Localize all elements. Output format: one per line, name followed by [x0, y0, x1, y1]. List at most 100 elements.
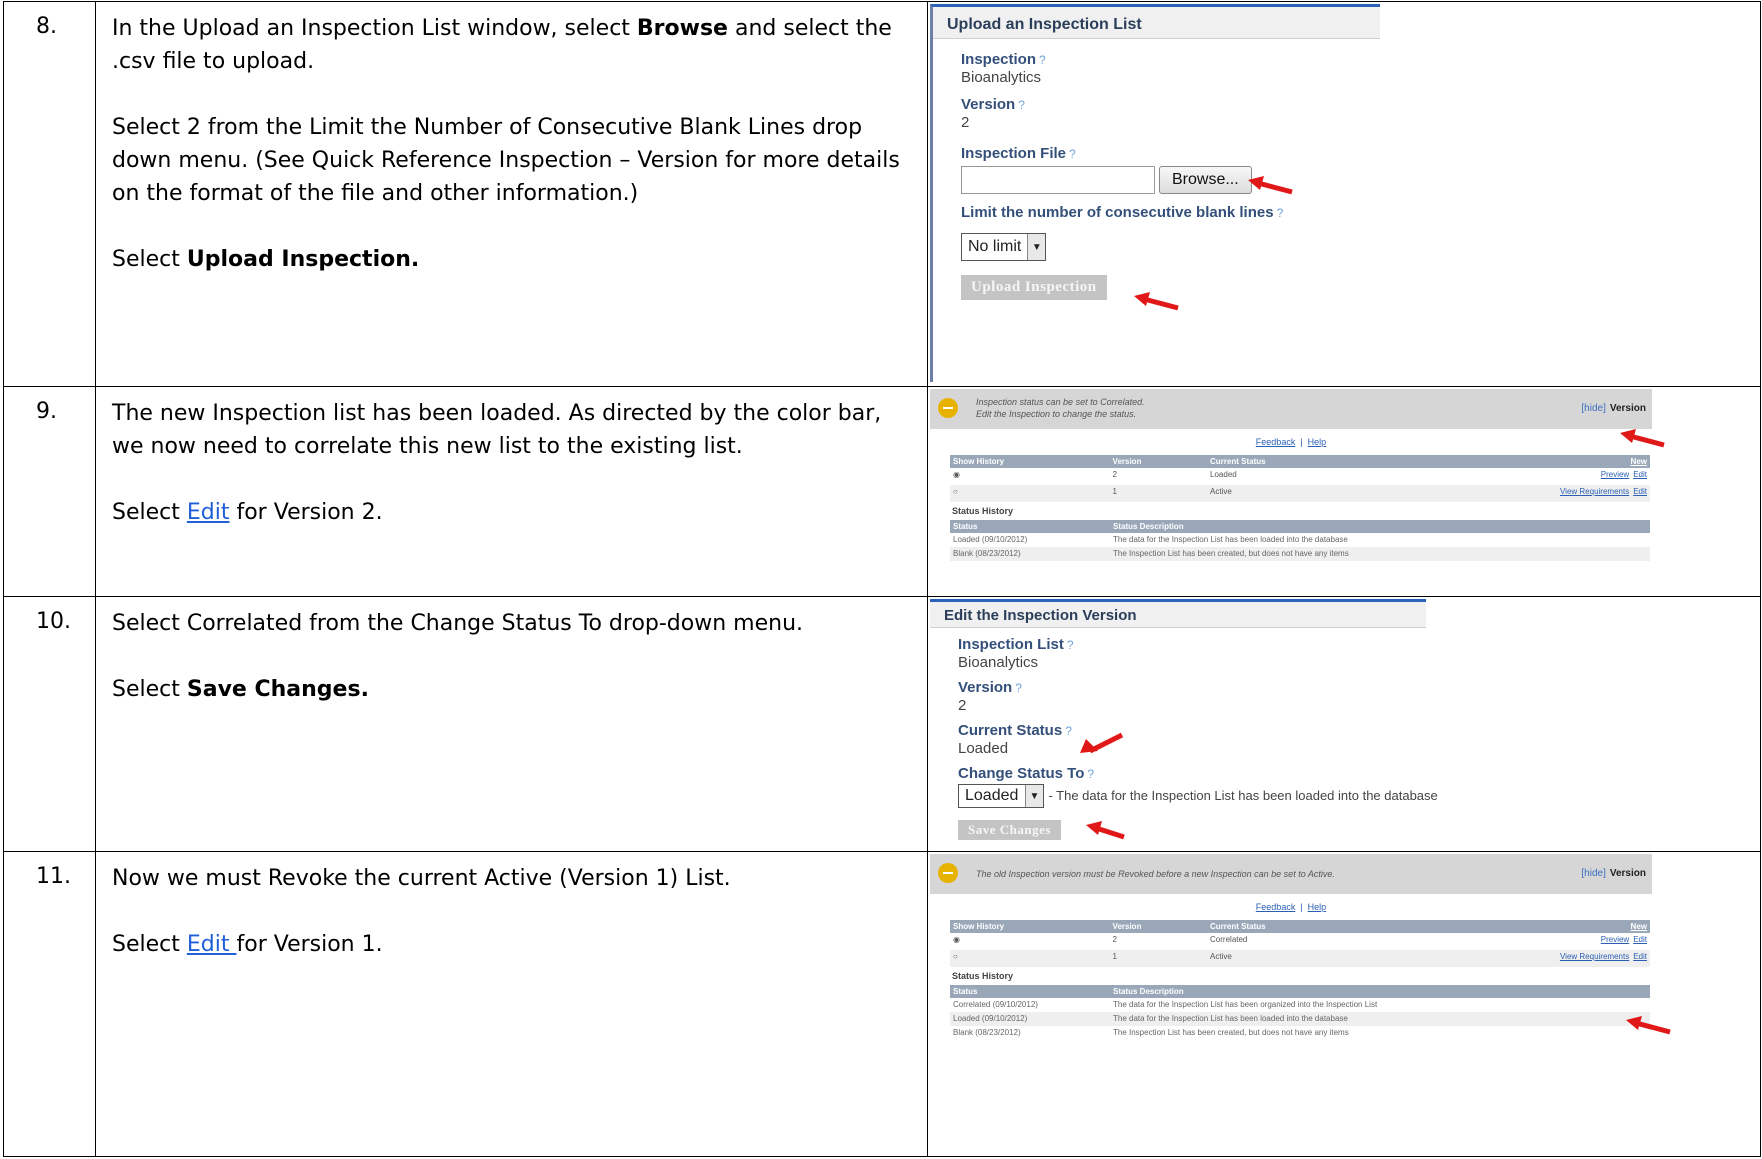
table-row: Loaded (09/10/2012) The data for the Insp… [953, 535, 1348, 544]
step-paragraph: Now we must Revoke the current Active (V… [112, 866, 731, 891]
step-paragraph: Select 2 from the Limit the Number of Co… [112, 115, 900, 206]
radio-button[interactable]: ◉ [950, 933, 1110, 950]
field-label: Current Status? [958, 722, 1072, 739]
field-value: 2 [958, 697, 967, 714]
red-arrow-icon [1134, 292, 1179, 311]
new-link[interactable]: New [1378, 455, 1650, 468]
field-value: Bioanalytics [958, 654, 1039, 671]
chevron-down-icon: ▼ [1027, 234, 1046, 260]
step-screenshot: Edit the Inspection Version Inspection L… [927, 596, 1761, 852]
field-label: Version? [961, 96, 1025, 113]
version-status-panel: The old Inspection version must be Revok… [930, 854, 1652, 1154]
feedback-help-links: Feedback | Help [1255, 437, 1327, 447]
table-row: Correlated (09/10/2012) The data for the … [953, 1000, 1378, 1009]
radio-button[interactable]: ○ [950, 950, 1110, 967]
upload-inspection-button[interactable]: Upload Inspection [961, 275, 1107, 300]
change-status-select[interactable]: Loaded ▼ [958, 784, 1044, 808]
field-label: Inspection List? [958, 636, 1074, 653]
step-paragraph: In the Upload an Inspection List window,… [112, 16, 892, 74]
table-row: ◉ 2 Loaded Preview Edit [950, 468, 1650, 485]
field-label: Inspection File? [961, 145, 1076, 162]
field-label: Inspection? [961, 51, 1046, 68]
help-icon[interactable]: ? [1277, 206, 1284, 220]
step-screenshot: The old Inspection version must be Revok… [927, 851, 1761, 1157]
table-row: Blank (08/23/2012) The Inspection List ha… [950, 547, 1650, 561]
step-screenshot: Inspection status can be set to Correlat… [927, 386, 1761, 597]
view-requirements-link[interactable]: View Requirements [1560, 952, 1629, 961]
table-row: Loaded (09/10/2012) The data for the Insp… [950, 1012, 1650, 1026]
blank-lines-select[interactable]: No limit ▼ [961, 233, 1047, 261]
help-icon[interactable]: ? [1039, 53, 1046, 67]
radio-button[interactable]: ◉ [950, 468, 1110, 485]
step-paragraph: Select Upload Inspection. [112, 247, 420, 272]
red-arrow-icon [1086, 821, 1125, 840]
step-row: 8. In the Upload an Inspection List wind… [3, 1, 1761, 387]
red-arrow-icon [1248, 176, 1293, 195]
upload-inspection-window: Upload an Inspection List Inspection? Bi… [930, 4, 1380, 382]
field-value: 2 [961, 114, 970, 131]
versions-table: Show History Version Current Status New ◉ 2 L… [950, 455, 1650, 502]
preview-link[interactable]: Preview [1601, 470, 1629, 479]
status-history-label: Status History [952, 971, 1014, 981]
save-changes-button[interactable]: Save Changes [958, 820, 1061, 840]
procedure-table: 8. In the Upload an Inspection List wind… [3, 1, 1761, 1157]
step-paragraph: The new Inspection list has been loaded.… [112, 401, 882, 459]
step-description: Select Correlated from the Change Status… [95, 596, 928, 852]
edit-link[interactable]: Edit [187, 932, 237, 957]
window-title: Upload an Inspection List [933, 7, 1380, 39]
new-link[interactable]: New [1378, 920, 1650, 933]
help-icon[interactable]: ? [1018, 98, 1025, 112]
step-paragraph: Select Edit for Version 2. [112, 500, 383, 525]
step-screenshot: Upload an Inspection List Inspection? Bi… [927, 1, 1761, 387]
table-row: ○ 1 Active View Requirements Edit [950, 485, 1650, 502]
help-icon[interactable]: ? [1065, 724, 1072, 738]
status-dot-icon [938, 863, 958, 883]
table-row: Blank (08/23/2012) The Inspection List ha… [953, 1028, 1349, 1037]
red-arrow-icon [1626, 1016, 1671, 1035]
versions-table: Show History Version Current Status New ◉ 2 C… [950, 920, 1650, 967]
hide-link[interactable]: [hide] [1581, 868, 1605, 879]
edit-link[interactable]: Edit [1633, 935, 1647, 944]
step-description: The new Inspection list has been loaded.… [95, 386, 928, 597]
field-value: Loaded [958, 740, 1009, 757]
step-description: In the Upload an Inspection List window,… [95, 1, 928, 387]
help-icon[interactable]: ? [1067, 638, 1074, 652]
step-description: Now we must Revoke the current Active (V… [95, 851, 928, 1157]
file-path-input[interactable] [961, 166, 1155, 194]
step-number: 9. [3, 386, 96, 597]
edit-link[interactable]: Edit [1633, 952, 1647, 961]
hide-link[interactable]: [hide] [1581, 403, 1605, 414]
red-arrow-icon [1620, 429, 1665, 448]
edit-link[interactable]: Edit [1633, 470, 1647, 479]
version-status-panel: Inspection status can be set to Correlat… [930, 389, 1652, 573]
field-label: Limit the number of consecutive blank li… [961, 204, 1284, 221]
table-row: ○ 1 Active View Requirements Edit [950, 950, 1650, 967]
status-dot-icon [938, 398, 958, 418]
help-icon[interactable]: ? [1087, 767, 1094, 781]
edit-link[interactable]: Edit [1633, 487, 1647, 496]
browse-button[interactable]: Browse... [1159, 166, 1252, 194]
help-link[interactable]: Help [1308, 902, 1327, 912]
chevron-down-icon: ▼ [1025, 785, 1043, 807]
feedback-link[interactable]: Feedback [1256, 437, 1296, 447]
view-requirements-link[interactable]: View Requirements [1560, 487, 1629, 496]
edit-version-window: Edit the Inspection Version Inspection L… [930, 599, 1438, 847]
step-paragraph: Select Edit for Version 1. [112, 932, 383, 957]
feedback-link[interactable]: Feedback [1256, 902, 1296, 912]
step-number: 10. [3, 596, 96, 852]
step-row: 11. Now we must Revoke the current Activ… [3, 851, 1761, 1157]
preview-link[interactable]: Preview [1601, 935, 1629, 944]
radio-button[interactable]: ○ [950, 485, 1110, 502]
step-number: 11. [3, 851, 96, 1157]
field-label: Change Status To? [958, 765, 1095, 782]
red-arrow-icon [1080, 732, 1124, 754]
help-icon[interactable]: ? [1069, 147, 1076, 161]
status-history-label: Status History [952, 506, 1014, 516]
help-icon[interactable]: ? [1015, 681, 1022, 695]
step-row: 9. The new Inspection list has been load… [3, 386, 1761, 597]
edit-link[interactable]: Edit [187, 500, 230, 525]
field-label: Version? [958, 679, 1022, 696]
help-link[interactable]: Help [1308, 437, 1327, 447]
status-history-table: Status Status Description Loaded (09/10/2… [950, 520, 1650, 561]
field-value: Bioanalytics [961, 69, 1042, 86]
